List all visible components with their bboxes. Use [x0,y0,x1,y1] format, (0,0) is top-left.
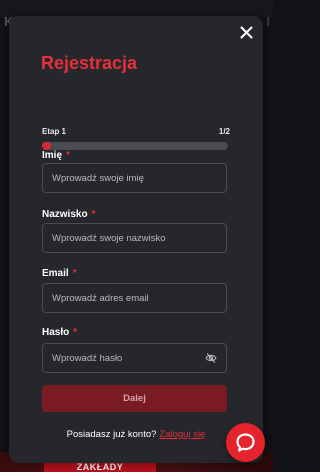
login-prompt-text: Posiadasz już konto? [66,429,157,440]
email-field [42,283,227,313]
page: K I ZAKŁADY Rejestracja Etap 1 1/2 Imię*… [0,0,273,472]
progress-bar [42,142,228,150]
modal-title: Rejestracja [41,53,138,73]
progress-fill [42,142,52,150]
required-mark: * [73,327,78,338]
password-input[interactable] [43,344,226,372]
password-field [42,343,227,373]
email-label: Email * [42,268,77,279]
password-label-text: Hasło [42,327,70,338]
step-label: Etap 1 [42,127,67,136]
registration-modal: Rejestracja Etap 1 1/2 Imię* Nazwisko* E… [9,16,263,463]
required-mark: * [91,209,96,220]
close-icon [240,26,252,39]
email-label-text: Email [42,268,69,279]
first-name-input[interactable] [43,164,226,192]
required-mark: * [72,268,77,279]
first-name-label-text: Imię [42,150,63,161]
chat-button[interactable] [226,423,265,462]
close-button[interactable] [235,22,257,44]
last-name-label: Nazwisko * [42,209,95,220]
first-name-field [42,163,227,193]
step-indicator: Etap 1 1/2 [42,127,230,136]
chat-bubble-icon [236,433,255,452]
next-button[interactable]: Dalej [42,385,227,412]
last-name-field [42,223,227,253]
background-menu-fragment: I [266,14,270,29]
required-mark: * [66,150,70,161]
login-link[interactable]: Zaloguj się [159,429,205,440]
last-name-input[interactable] [43,224,226,252]
eye-off-icon[interactable] [205,352,217,364]
step-count: 1/2 [218,127,230,136]
last-name-label-text: Nazwisko [42,209,88,220]
first-name-label: Imię * [42,150,70,161]
email-input[interactable] [43,284,226,312]
password-label: Hasło * [42,327,77,338]
login-prompt-row: Posiadasz już konto? Zaloguj się [9,429,263,440]
